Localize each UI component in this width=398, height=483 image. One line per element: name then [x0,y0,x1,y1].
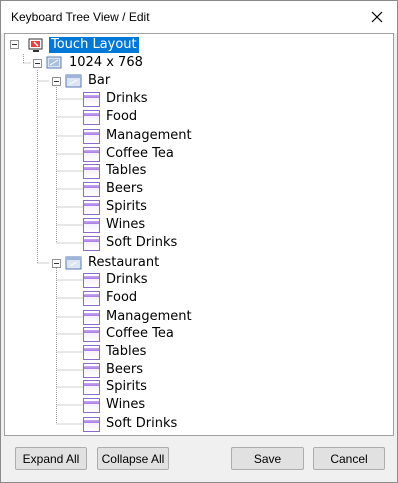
keyboard-page-icon [83,109,100,125]
tree-node-keyboard[interactable]: Food [83,289,139,307]
tree-node-label: Beers [106,181,144,196]
tree-node-label: Beers [106,362,144,377]
tree-node-keyboard[interactable]: Soft Drinks [83,415,179,433]
tree-node-bar[interactable]: Bar [65,72,112,90]
keyboard-page-icon [83,309,100,325]
tree-node-keyboard[interactable]: Coffee Tea [83,325,176,343]
tree-node-keyboard[interactable]: Soft Drinks [83,234,179,252]
tree-node-label: Food [106,109,138,124]
save-button[interactable]: Save [231,447,304,470]
keyboard-page-icon [83,163,100,179]
tree-node-label: Management [106,309,192,324]
cancel-button[interactable]: Cancel [313,447,385,470]
tree-node-label: Wines [106,397,146,412]
tree-node-keyboard[interactable]: Wines [83,396,147,414]
keyboard-page-icon [83,128,100,144]
window-title: Keyboard Tree View / Edit [11,10,150,24]
keyboard-page-icon [83,217,100,233]
keyboard-page-icon [83,290,100,306]
tree-node-label: Touch Layout [49,37,139,53]
tree-node-keyboard[interactable]: Wines [83,216,147,234]
touch-screen-icon [28,38,43,52]
tree-connector-lines [23,54,83,425]
close-icon [371,11,383,23]
tree-node-keyboard[interactable]: Beers [83,361,145,379]
tree-node-label: Bar [88,73,111,88]
title-bar: Keyboard Tree View / Edit [1,1,397,33]
keyboard-page-icon [83,272,100,288]
close-button[interactable] [357,1,397,33]
tree-node-keyboard[interactable]: Management [83,308,194,326]
keyboard-group-icon [65,256,82,269]
keyboard-page-icon [83,397,100,413]
keyboard-page-icon [83,91,100,107]
tree-node-label: Tables [106,344,147,359]
tree-node-touch-layout[interactable]: Touch Layout [28,36,139,54]
tree-node-label: Tables [106,163,147,178]
tree-node-keyboard[interactable]: Drinks [83,90,150,108]
tree-node-restaurant[interactable]: Restaurant [65,254,161,272]
tree-node-keyboard[interactable]: Spirits [83,378,149,396]
keyboard-tree-view[interactable]: Touch Layout 1024 x 768 Bar Drinks Food … [4,33,394,436]
tree-node-label: 1024 x 768 [69,55,143,70]
tree-node-keyboard[interactable]: Beers [83,180,145,198]
tree-node-label: Food [106,290,138,305]
tree-node-label: Coffee Tea [106,146,174,161]
tree-node-keyboard[interactable]: Tables [83,162,148,180]
tree-node-keyboard[interactable]: Coffee Tea [83,145,176,163]
keyboard-page-icon [83,326,100,342]
keyboard-page-icon [83,181,100,197]
keyboard-page-icon [83,199,100,215]
tree-node-label: Wines [106,217,146,232]
tree-node-label: Drinks [106,91,148,106]
keyboard-page-icon [83,362,100,378]
collapse-toggle-touch-layout[interactable] [10,40,19,49]
tree-node-label: Drinks [106,272,148,287]
keyboard-page-icon [83,344,100,360]
tree-node-keyboard[interactable]: Spirits [83,198,149,216]
collapse-toggle-resolution[interactable] [33,59,42,68]
keyboard-page-icon [83,379,100,395]
collapse-toggle-bar[interactable] [52,77,61,86]
tree-node-label: Soft Drinks [106,235,178,250]
tree-node-label: Spirits [106,199,147,214]
tree-node-keyboard[interactable]: Management [83,127,194,145]
keyboard-group-icon [65,74,82,87]
keyboard-page-icon [83,416,100,432]
tree-node-label: Restaurant [88,255,160,270]
tree-node-resolution[interactable]: 1024 x 768 [46,54,145,72]
tree-node-label: Spirits [106,379,147,394]
tree-node-label: Coffee Tea [106,326,174,341]
tree-node-keyboard[interactable]: Tables [83,343,148,361]
tree-node-keyboard[interactable]: Food [83,108,139,126]
monitor-resolution-icon [46,56,62,68]
tree-node-keyboard[interactable]: Drinks [83,271,150,289]
keyboard-page-icon [83,146,100,162]
tree-node-label: Soft Drinks [106,416,178,431]
expand-all-button[interactable]: Expand All [15,447,87,470]
keyboard-page-icon [83,235,100,251]
collapse-all-button[interactable]: Collapse All [97,447,169,470]
collapse-toggle-restaurant[interactable] [52,259,61,268]
keyboard-tree-dialog: Keyboard Tree View / Edit Touch Layout 1… [0,0,398,483]
tree-node-label: Management [106,128,192,143]
